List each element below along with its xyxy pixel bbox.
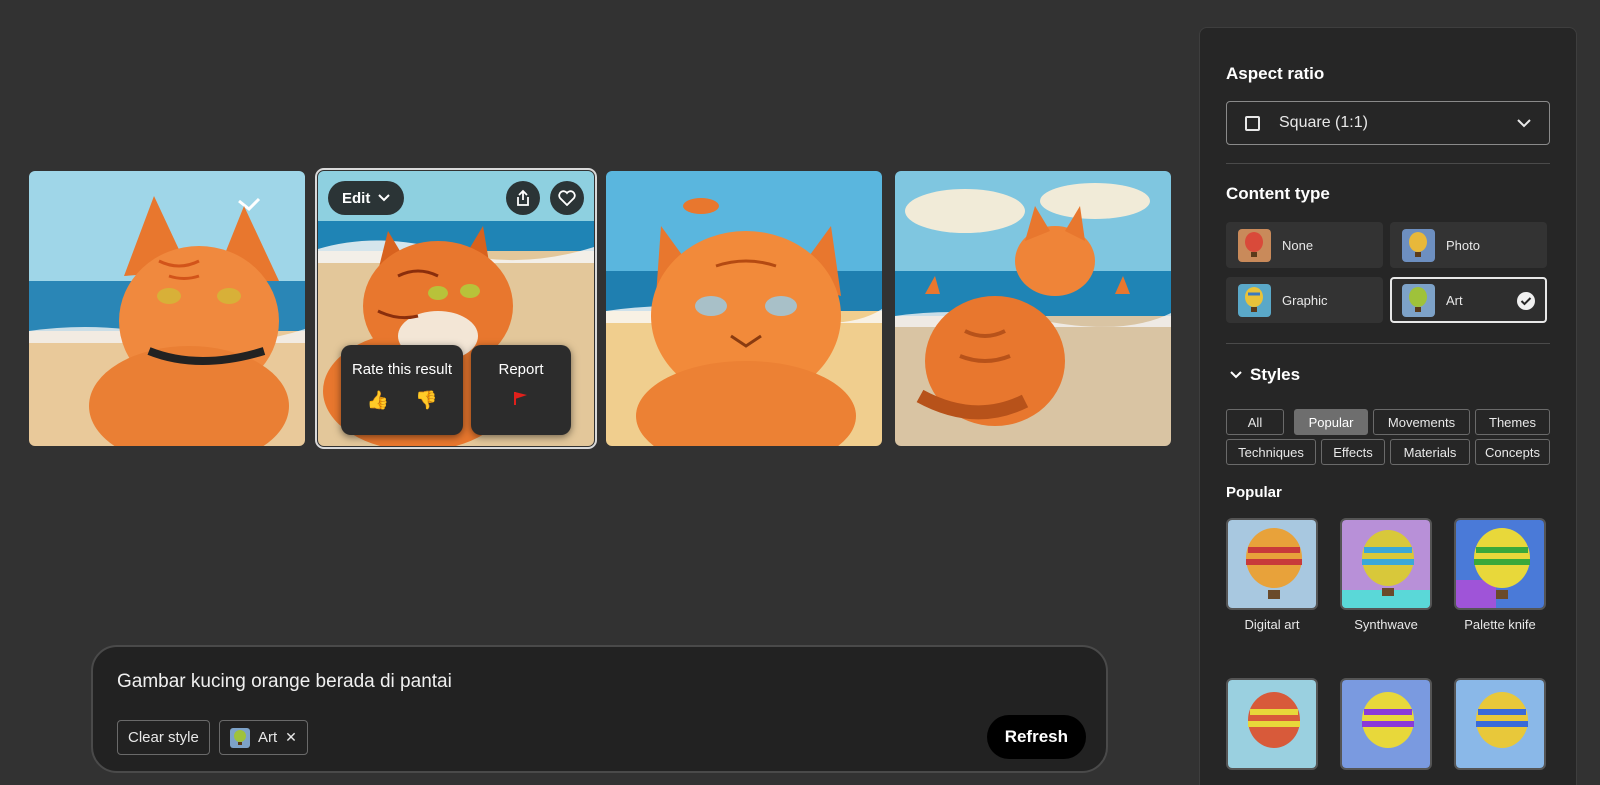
balloon-style-image bbox=[1340, 678, 1432, 770]
balloon-style-image bbox=[1454, 678, 1546, 770]
divider bbox=[1226, 343, 1550, 344]
balloon-art-icon bbox=[1402, 283, 1435, 317]
synthwave-label: Synthwave bbox=[1354, 617, 1418, 632]
style-tab-concepts[interactable]: Concepts bbox=[1475, 439, 1550, 465]
square-icon bbox=[1245, 115, 1260, 131]
digital-art-label: Digital art bbox=[1244, 617, 1300, 632]
thumbs-up-icon[interactable]: 👍 bbox=[367, 390, 389, 411]
content-type-art-label: Art bbox=[1446, 292, 1463, 308]
cat-image-3[interactable] bbox=[606, 171, 882, 446]
style-tab-techniques[interactable]: Techniques bbox=[1226, 439, 1316, 465]
styles-title: Styles bbox=[1250, 365, 1301, 384]
style-card-palette-knife[interactable]: Palette knife bbox=[1454, 518, 1546, 632]
style-card-digital-art[interactable]: Digital art bbox=[1226, 518, 1318, 632]
balloon-none-icon bbox=[1238, 228, 1271, 262]
edit-menu-button[interactable]: Edit bbox=[328, 181, 405, 215]
palette-knife-balloon-image bbox=[1454, 518, 1546, 610]
style-card-row2-1[interactable] bbox=[1226, 678, 1318, 770]
content-type-title: Content type bbox=[1226, 184, 1330, 203]
popular-title: Popular bbox=[1226, 484, 1282, 501]
share-button[interactable] bbox=[506, 181, 540, 215]
content-type-photo-label: Photo bbox=[1446, 237, 1480, 253]
favorite-button[interactable] bbox=[550, 181, 584, 215]
divider bbox=[1226, 163, 1550, 164]
edit-label: Edit bbox=[342, 189, 371, 207]
cat-image-1[interactable] bbox=[29, 171, 305, 446]
style-tab-themes[interactable]: Themes bbox=[1475, 409, 1550, 435]
palette-knife-label: Palette knife bbox=[1464, 617, 1536, 632]
balloon-graphic-icon bbox=[1238, 283, 1271, 317]
art-style-chip[interactable]: Art ✕ bbox=[219, 720, 308, 755]
thumbs-down-icon[interactable]: 👎 bbox=[415, 390, 437, 411]
style-tab-movements[interactable]: Movements bbox=[1373, 409, 1470, 435]
style-card-synthwave[interactable]: Synthwave bbox=[1340, 518, 1432, 632]
content-type-photo[interactable]: Photo bbox=[1390, 222, 1547, 268]
style-tab-popular[interactable]: Popular bbox=[1294, 409, 1368, 435]
settings-panel: Aspect ratio Square (1:1) Content type N… bbox=[1199, 27, 1577, 785]
chevron-down-icon bbox=[1230, 371, 1242, 379]
remove-chip-icon[interactable]: ✕ bbox=[285, 729, 297, 746]
checkmark-icon bbox=[1517, 292, 1535, 310]
chevron-down-icon bbox=[378, 194, 391, 202]
share-icon bbox=[517, 189, 529, 206]
cat-art-1 bbox=[29, 171, 305, 446]
balloon-photo-icon bbox=[1402, 228, 1435, 262]
art-chip-label: Art bbox=[258, 729, 278, 746]
styles-section-toggle[interactable]: Styles bbox=[1230, 365, 1300, 385]
clear-style-label: Clear style bbox=[128, 729, 199, 746]
style-tab-materials[interactable]: Materials bbox=[1390, 439, 1470, 465]
refresh-button[interactable]: Refresh bbox=[986, 715, 1086, 759]
content-type-none-label: None bbox=[1282, 237, 1314, 253]
flag-icon[interactable] bbox=[513, 390, 529, 406]
style-tab-effects[interactable]: Effects bbox=[1321, 439, 1385, 465]
report-title: Report bbox=[498, 361, 544, 378]
chevron-down-icon bbox=[1517, 118, 1531, 127]
cat-image-2[interactable]: Edit Rate this result 👍 👎 Report bbox=[315, 168, 597, 449]
clear-style-button[interactable]: Clear style bbox=[117, 720, 210, 755]
content-type-graphic[interactable]: Graphic bbox=[1226, 277, 1383, 323]
prompt-input[interactable]: Gambar kucing orange berada di pantai bbox=[117, 671, 452, 693]
cat-image-4[interactable] bbox=[895, 171, 1171, 446]
rate-title: Rate this result bbox=[351, 361, 453, 378]
style-card-row2-2[interactable] bbox=[1340, 678, 1432, 770]
art-balloon-icon bbox=[230, 727, 250, 748]
rate-result-popover: Rate this result 👍 👎 bbox=[341, 345, 463, 435]
cat-art-3 bbox=[606, 171, 882, 446]
content-type-none[interactable]: None bbox=[1226, 222, 1383, 268]
style-card-row2-3[interactable] bbox=[1454, 678, 1546, 770]
cat-art-4 bbox=[895, 171, 1171, 446]
aspect-ratio-title: Aspect ratio bbox=[1226, 64, 1325, 83]
prompt-bar: Gambar kucing orange berada di pantai Cl… bbox=[91, 645, 1108, 773]
digital-art-balloon-image bbox=[1226, 518, 1318, 610]
balloon-style-image bbox=[1226, 678, 1318, 770]
style-tab-all[interactable]: All bbox=[1226, 409, 1284, 435]
content-type-art[interactable]: Art bbox=[1390, 277, 1547, 323]
aspect-ratio-value: Square (1:1) bbox=[1279, 114, 1368, 131]
synthwave-balloon-image bbox=[1340, 518, 1432, 610]
report-popover[interactable]: Report bbox=[471, 345, 571, 435]
content-type-graphic-label: Graphic bbox=[1282, 292, 1328, 308]
heart-icon bbox=[558, 190, 576, 206]
aspect-ratio-select[interactable]: Square (1:1) bbox=[1226, 101, 1550, 145]
